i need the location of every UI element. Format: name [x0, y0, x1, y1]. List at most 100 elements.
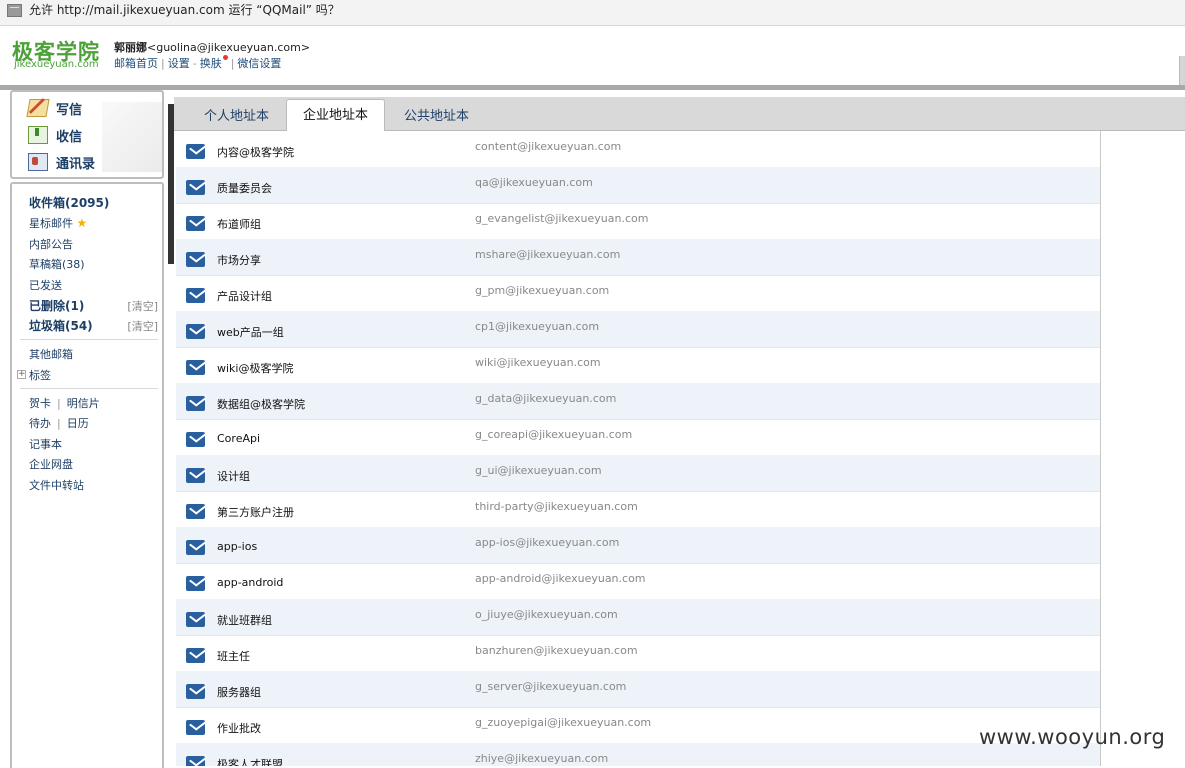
contact-name[interactable]: app-ios: [217, 540, 257, 553]
contact-name[interactable]: 市场分享: [217, 252, 261, 268]
contact-name[interactable]: web产品一组: [217, 324, 284, 340]
tool-calendar[interactable]: 日历: [67, 417, 89, 430]
tool-file-transfer[interactable]: 文件中转站: [29, 477, 84, 493]
folder-starred-label: 星标邮件: [29, 217, 73, 230]
mail-header: 极客学院 jikexueyuan.com 郭丽娜<guolina@jikexue…: [0, 26, 1185, 86]
contact-row[interactable]: 作业批改 g_zuoyepigai@jikexueyuan.com: [176, 707, 1100, 744]
contact-name[interactable]: 质量委员会: [217, 180, 272, 196]
contact-list: 内容@极客学院 content@jikexueyuan.com 质量委员会 qa@ji…: [176, 131, 1101, 766]
contact-name[interactable]: app-android: [217, 576, 283, 589]
plugin-icon: [7, 4, 22, 17]
clear-spam-button[interactable]: [清空]: [127, 318, 158, 334]
tool-postcard[interactable]: 明信片: [67, 397, 100, 410]
envelope-icon[interactable]: [186, 216, 205, 231]
folder-starred[interactable]: 星标邮件 ★: [29, 215, 87, 231]
link-settings[interactable]: 设置: [168, 57, 190, 70]
envelope-icon[interactable]: [186, 432, 205, 447]
envelope-icon[interactable]: [186, 360, 205, 375]
contact-row[interactable]: 布道师组 g_evangelist@jikexueyuan.com: [176, 203, 1100, 240]
folder-deleted[interactable]: 已删除(1): [29, 297, 84, 314]
envelope-icon[interactable]: [186, 756, 205, 766]
envelope-icon[interactable]: [186, 612, 205, 627]
contact-name[interactable]: 设计组: [217, 468, 250, 484]
receive-label: 收信: [56, 129, 83, 145]
expand-plus-icon[interactable]: +: [17, 370, 26, 379]
contact-name[interactable]: 内容@极客学院: [217, 144, 294, 160]
contact-name[interactable]: 数据组@极客学院: [217, 396, 305, 412]
folder-spam[interactable]: 垃圾箱(54): [29, 317, 93, 334]
envelope-icon[interactable]: [186, 648, 205, 663]
folder-other-mailbox[interactable]: 其他邮箱: [29, 346, 73, 362]
contact-row[interactable]: app-ios app-ios@jikexueyuan.com: [176, 527, 1100, 564]
contact-row[interactable]: 极客人才联盟 zhiye@jikexueyuan.com: [176, 743, 1100, 766]
clear-deleted-button[interactable]: [清空]: [127, 298, 158, 314]
contact-name[interactable]: CoreApi: [217, 432, 260, 445]
folder-list: 收件箱(2095) 星标邮件 ★ 内部公告 草稿箱(38) 已发送 已删除(1)…: [10, 182, 164, 768]
user-name: 郭丽娜: [114, 41, 147, 54]
contact-email: g_server@jikexueyuan.com: [475, 680, 627, 693]
tool-notes[interactable]: 记事本: [29, 436, 62, 452]
contact-row[interactable]: CoreApi g_coreapi@jikexueyuan.com: [176, 419, 1100, 456]
contact-row[interactable]: 质量委员会 qa@jikexueyuan.com: [176, 167, 1100, 204]
tab-personal-address-book[interactable]: 个人地址本: [204, 105, 269, 124]
envelope-icon[interactable]: [186, 396, 205, 411]
contact-row[interactable]: 设计组 g_ui@jikexueyuan.com: [176, 455, 1100, 492]
compose-button[interactable]: 写信: [26, 97, 82, 119]
envelope-icon[interactable]: [186, 540, 205, 555]
contact-name[interactable]: 作业批改: [217, 720, 261, 736]
contact-row[interactable]: 第三方账户注册 third-party@jikexueyuan.com: [176, 491, 1100, 528]
watermark: www.wooyun.org: [979, 725, 1166, 749]
contact-name[interactable]: 第三方账户注册: [217, 504, 294, 520]
receive-button[interactable]: 收信: [28, 124, 82, 146]
sidebar-divider: [20, 339, 158, 340]
tab-public-address-book[interactable]: 公共地址本: [404, 105, 469, 124]
contact-row[interactable]: 服务器组 g_server@jikexueyuan.com: [176, 671, 1100, 708]
envelope-icon[interactable]: [186, 468, 205, 483]
envelope-icon[interactable]: [186, 324, 205, 339]
tool-netdisk[interactable]: 企业网盘: [29, 456, 73, 472]
folder-sent[interactable]: 已发送: [29, 277, 62, 293]
contact-name[interactable]: 服务器组: [217, 684, 261, 700]
contact-row[interactable]: web产品一组 cp1@jikexueyuan.com: [176, 311, 1100, 348]
contact-row[interactable]: 内容@极客学院 content@jikexueyuan.com: [176, 131, 1100, 168]
tab-enterprise-address-book[interactable]: 企业地址本: [286, 99, 386, 131]
header-links: 邮箱首页 | 设置 - 换肤 | 微信设置: [114, 55, 282, 70]
star-icon: ★: [76, 216, 88, 230]
envelope-icon[interactable]: [186, 720, 205, 735]
envelope-icon[interactable]: [186, 288, 205, 303]
contact-row[interactable]: 市场分享 mshare@jikexueyuan.com: [176, 239, 1100, 276]
tool-todo[interactable]: 待办: [29, 417, 51, 430]
contact-name[interactable]: 就业班群组: [217, 612, 272, 628]
contact-row[interactable]: app-android app-android@jikexueyuan.com: [176, 563, 1100, 600]
link-mail-home[interactable]: 邮箱首页: [114, 57, 158, 70]
folder-inbox[interactable]: 收件箱(2095): [29, 194, 109, 211]
envelope-icon[interactable]: [186, 180, 205, 195]
envelope-icon[interactable]: [186, 576, 205, 591]
link-wechat-settings[interactable]: 微信设置: [237, 57, 281, 70]
folder-drafts[interactable]: 草稿箱(38): [29, 256, 85, 272]
contact-name[interactable]: 极客人才联盟: [217, 756, 283, 766]
tool-card[interactable]: 贺卡: [29, 397, 51, 410]
contact-name[interactable]: 布道师组: [217, 216, 261, 232]
contact-row[interactable]: 产品设计组 g_pm@jikexueyuan.com: [176, 275, 1100, 312]
folder-tags[interactable]: 标签: [29, 367, 51, 383]
contact-email: app-android@jikexueyuan.com: [475, 572, 646, 585]
contact-name[interactable]: 班主任: [217, 648, 250, 664]
link-skin[interactable]: 换肤: [200, 57, 222, 70]
tool-row-cards: 贺卡 | 明信片: [29, 397, 100, 410]
contact-email: o_jiuye@jikexueyuan.com: [475, 608, 618, 621]
contact-email: qa@jikexueyuan.com: [475, 176, 593, 189]
contact-row[interactable]: 数据组@极客学院 g_data@jikexueyuan.com: [176, 383, 1100, 420]
envelope-icon[interactable]: [186, 252, 205, 267]
envelope-icon[interactable]: [186, 144, 205, 159]
contact-row[interactable]: 就业班群组 o_jiuye@jikexueyuan.com: [176, 599, 1100, 636]
contact-name[interactable]: 产品设计组: [217, 288, 272, 304]
contact-row[interactable]: 班主任 banzhuren@jikexueyuan.com: [176, 635, 1100, 672]
folder-notice[interactable]: 内部公告: [29, 236, 73, 252]
envelope-icon[interactable]: [186, 504, 205, 519]
contacts-button[interactable]: 通讯录: [28, 151, 95, 173]
contact-row[interactable]: wiki@极客学院 wiki@jikexueyuan.com: [176, 347, 1100, 384]
envelope-icon[interactable]: [186, 684, 205, 699]
contact-name[interactable]: wiki@极客学院: [217, 360, 293, 376]
sidebar: 写信 收信 通讯录 收件箱(2095) 星标邮件 ★ 内部公告 草稿箱(38) …: [10, 90, 164, 768]
